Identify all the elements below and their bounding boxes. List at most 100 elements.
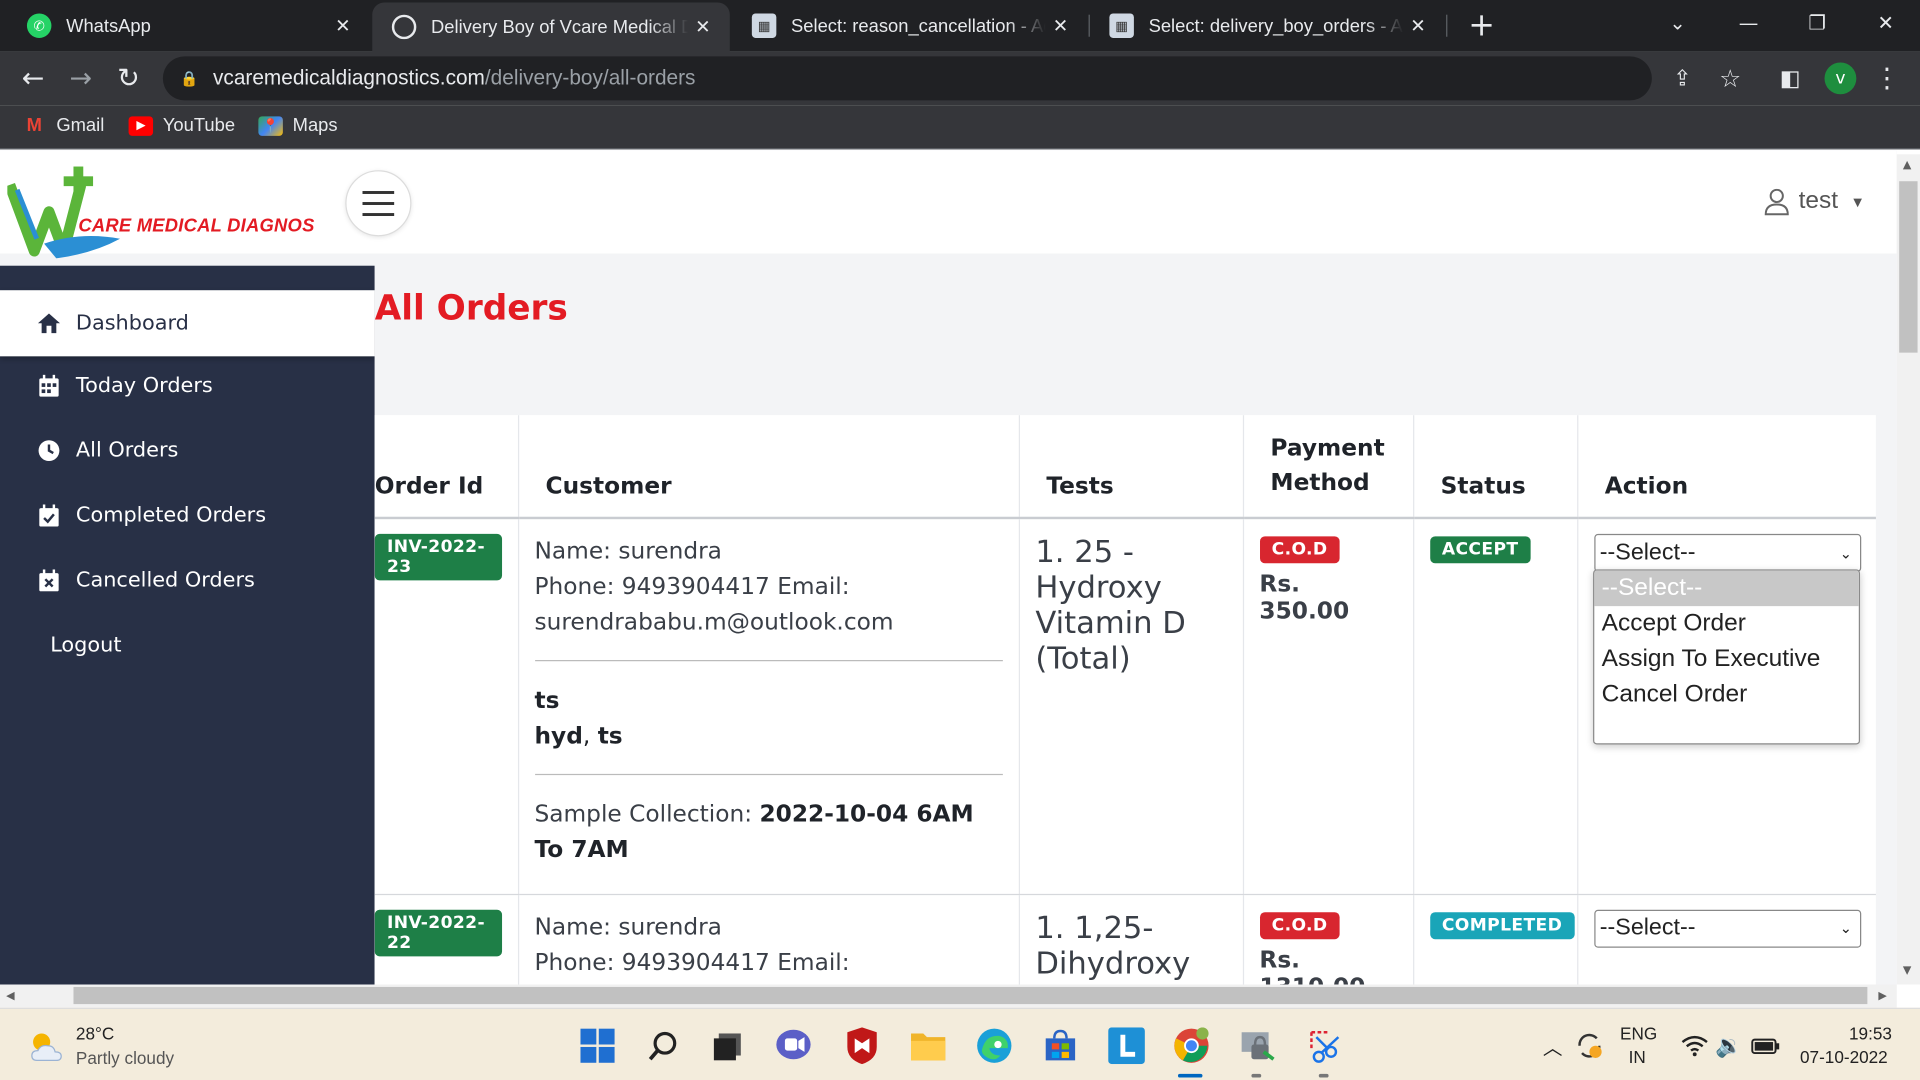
file-explorer-icon[interactable] — [909, 1026, 948, 1065]
col-header-order-id: Order Id — [374, 415, 519, 520]
web-page: CARE MEDICAL DIAGNOS test ▼ Dashboard To… — [0, 150, 1897, 985]
mcafee-icon[interactable] — [842, 1026, 881, 1065]
close-tab-icon[interactable]: ✕ — [328, 15, 357, 37]
payment-method-badge: C.O.D — [1259, 536, 1340, 564]
close-tab-icon[interactable]: ✕ — [1403, 15, 1432, 37]
windows-taskbar: 28°C Partly cloudy ︿ ENG IN 🔉 19:53 07-1… — [0, 1007, 1920, 1080]
side-panel-icon[interactable]: ◧ — [1772, 61, 1809, 95]
close-tab-icon[interactable]: ✕ — [1046, 15, 1075, 37]
vpn-lock-icon[interactable] — [1238, 1026, 1277, 1065]
minimize-button[interactable]: — — [1714, 0, 1783, 44]
chrome-icon[interactable] — [1172, 1026, 1211, 1065]
bookmark-maps[interactable]: 📍 Maps — [258, 115, 338, 136]
action-select[interactable]: --Select-- ⌄ — [1593, 909, 1861, 948]
scroll-right-arrow-icon[interactable]: ▶ — [1878, 991, 1886, 1003]
profile-avatar[interactable]: v — [1822, 61, 1859, 95]
browser-tabstrip: ✆ WhatsApp ✕ Delivery Boy of Vcare Medic… — [0, 0, 1920, 52]
partly-cloudy-icon[interactable] — [27, 1026, 66, 1065]
new-tab-button[interactable]: + — [1447, 4, 1516, 48]
region-indicator: IN — [1628, 1046, 1646, 1067]
address-line-2: hyd, ts — [534, 719, 1002, 755]
language-indicator[interactable]: ENG — [1620, 1024, 1657, 1044]
bookmark-gmail[interactable]: M Gmail — [22, 115, 105, 136]
home-icon — [37, 311, 61, 335]
tab-reason-cancellation[interactable]: ▦ Select: reason_cancellation - Adminer … — [732, 0, 1087, 51]
microsoft-store-icon[interactable] — [1041, 1026, 1080, 1065]
sidebar-item-completed-orders[interactable]: Completed Orders — [0, 484, 375, 548]
battery-icon[interactable] — [1746, 1026, 1785, 1065]
user-icon — [1764, 188, 1789, 215]
bookmark-label: Gmail — [56, 115, 105, 136]
profile-initial: v — [1824, 62, 1857, 95]
sidebar-item-cancelled-orders[interactable]: Cancelled Orders — [0, 549, 375, 613]
status-badge: ACCEPT — [1429, 536, 1531, 564]
reload-icon[interactable]: ↻ — [110, 61, 147, 95]
action-select[interactable]: --Select-- ⌄ — [1593, 533, 1861, 572]
gmail-icon: M — [26, 115, 42, 136]
payment-method-badge: C.O.D — [1259, 911, 1340, 939]
task-view-icon[interactable] — [708, 1026, 747, 1065]
action-dropdown-list[interactable]: --Select-- Accept Order Assign To Execut… — [1593, 569, 1861, 745]
star-icon[interactable]: ☆ — [1712, 61, 1749, 95]
sidebar-item-today-orders[interactable]: Today Orders — [0, 354, 375, 418]
horizontal-scroll-thumb[interactable] — [73, 986, 1868, 1005]
sidebar-item-logout[interactable]: Logout — [0, 613, 375, 677]
dropdown-option[interactable]: Assign To Executive — [1594, 642, 1858, 678]
sidebar-item-label: Completed Orders — [75, 503, 267, 528]
speaker-icon[interactable]: 🔉 — [1709, 1026, 1748, 1065]
user-menu[interactable]: test ▼ — [1764, 187, 1865, 215]
forward-arrow-icon[interactable]: → — [62, 61, 99, 95]
windows-start-icon[interactable] — [578, 1026, 617, 1065]
tab-whatsapp[interactable]: ✆ WhatsApp ✕ — [7, 0, 369, 51]
address-bar[interactable]: 🔒 vcaremedicaldiagnostics.com/delivery-b… — [162, 56, 1652, 101]
scroll-down-arrow-icon[interactable]: ▼ — [1903, 965, 1911, 977]
chevron-up-icon[interactable]: ︿ — [1533, 1026, 1572, 1065]
vertical-scroll-thumb[interactable] — [1899, 181, 1918, 353]
col-header-payment-label: Payment Method — [1270, 434, 1385, 496]
clock-time[interactable]: 19:53 — [1849, 1024, 1892, 1044]
sidebar-item-all-orders[interactable]: All Orders — [0, 419, 375, 483]
scroll-up-arrow-icon[interactable]: ▲ — [1903, 159, 1911, 171]
address-separator: , — [582, 722, 598, 750]
top-navbar: CARE MEDICAL DIAGNOS test ▼ — [0, 150, 1897, 259]
menu-toggle-button[interactable] — [345, 170, 412, 237]
close-window-button[interactable]: ✕ — [1851, 0, 1920, 44]
col-header-customer: Customer — [517, 415, 1020, 520]
back-arrow-icon[interactable]: ← — [15, 61, 52, 95]
sync-status-icon[interactable] — [1570, 1026, 1609, 1065]
col-header-status: Status — [1413, 415, 1578, 520]
calendar-check-icon — [37, 503, 61, 527]
address-line-1: ts — [534, 686, 560, 714]
edge-browser-icon[interactable] — [975, 1026, 1014, 1065]
teams-chat-icon[interactable] — [774, 1026, 813, 1065]
share-icon[interactable]: ⇪ — [1664, 61, 1701, 95]
dropdown-option[interactable]: Cancel Order — [1594, 677, 1858, 713]
bookmark-youtube[interactable]: ▶ YouTube — [128, 115, 235, 136]
close-tab-icon[interactable]: ✕ — [688, 16, 717, 38]
running-app-indicator — [1318, 1073, 1329, 1078]
clock-date: 07-10-2022 — [1800, 1046, 1888, 1067]
hamburger-icon — [362, 191, 395, 217]
l-app-icon[interactable] — [1107, 1026, 1146, 1065]
search-icon[interactable] — [644, 1026, 683, 1065]
running-app-indicator — [1251, 1073, 1262, 1078]
tab-delivery-boy-orders[interactable]: ▦ Select: delivery_boy_orders - Adminer … — [1090, 0, 1445, 51]
address-city: hyd — [534, 722, 583, 750]
active-app-indicator — [1177, 1073, 1203, 1078]
sidebar-item-dashboard[interactable]: Dashboard — [0, 290, 375, 357]
adminer-icon: ▦ — [751, 13, 777, 38]
url-path: /delivery-boy/all-orders — [484, 66, 696, 90]
tab-title: Select: reason_cancellation - Adminer — [791, 15, 1046, 37]
payment-cell: C.O.D Rs. 1310.00 — [1242, 893, 1414, 985]
customer-cell: Name: surendra Phone: 9493904417 Email: … — [517, 517, 1020, 895]
vcare-logo[interactable]: CARE MEDICAL DIAGNOS — [4, 160, 328, 259]
kebab-menu-icon[interactable]: ⋮ — [1869, 61, 1906, 95]
restore-button[interactable]: ❐ — [1783, 0, 1852, 44]
payment-amount: Rs. 350.00 — [1259, 570, 1350, 625]
dropdown-option[interactable]: --Select-- — [1594, 570, 1859, 607]
snipping-tool-icon[interactable] — [1305, 1026, 1344, 1065]
scroll-left-arrow-icon[interactable]: ◀ — [6, 991, 14, 1003]
dropdown-option[interactable]: Accept Order — [1594, 606, 1858, 642]
tab-search-chevron-icon[interactable]: ⌄ — [1643, 0, 1712, 44]
tab-delivery-boy[interactable]: Delivery Boy of Vcare Medical Diagnostic… — [372, 2, 730, 52]
